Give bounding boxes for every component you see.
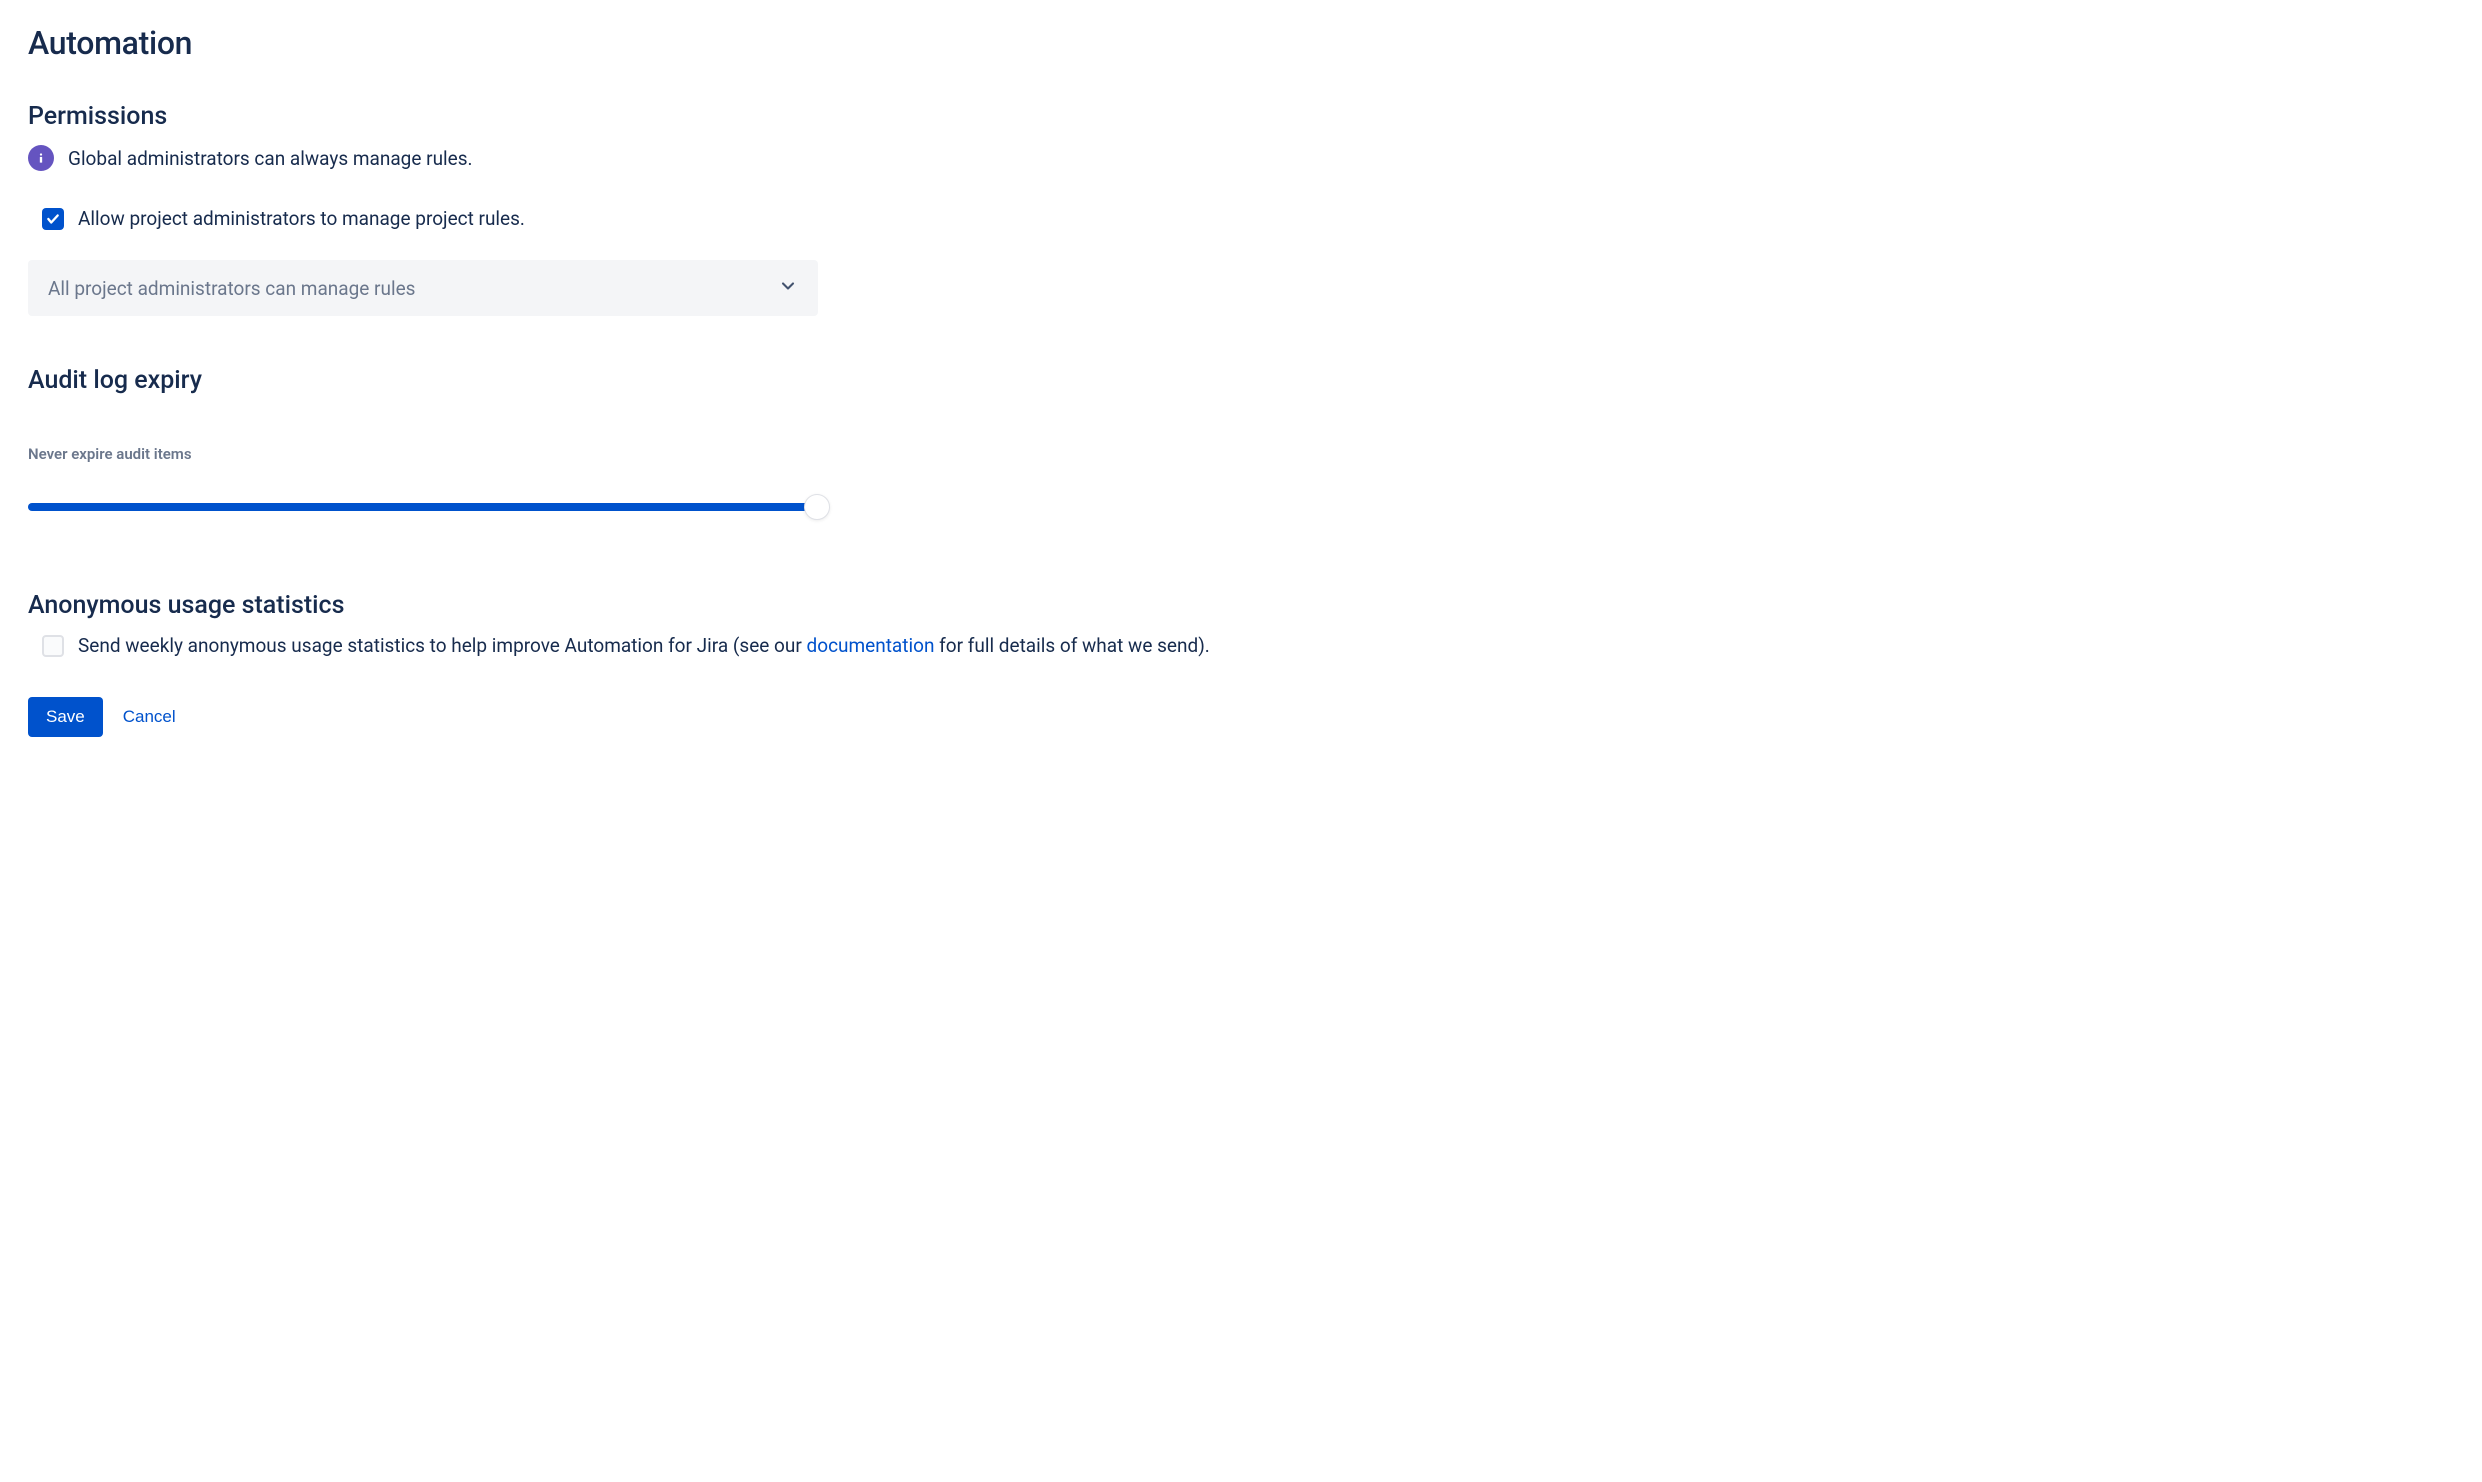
permissions-info-text: Global administrators can always manage … bbox=[68, 147, 473, 170]
allow-project-admins-label: Allow project administrators to manage p… bbox=[78, 207, 525, 230]
audit-log-section: Audit log expiry Never expire audit item… bbox=[28, 366, 2454, 521]
anonymous-stats-checkbox[interactable] bbox=[42, 635, 64, 657]
info-icon bbox=[28, 145, 54, 171]
stats-text-before: Send weekly anonymous usage statistics t… bbox=[78, 634, 807, 657]
save-button[interactable]: Save bbox=[28, 697, 103, 737]
allow-project-admins-checkbox[interactable] bbox=[42, 208, 64, 230]
anonymous-stats-row: Send weekly anonymous usage statistics t… bbox=[42, 634, 2454, 657]
permissions-heading: Permissions bbox=[28, 102, 2454, 131]
anonymous-stats-heading: Anonymous usage statistics bbox=[28, 591, 2454, 620]
chevron-down-icon bbox=[778, 276, 798, 300]
page-title: Automation bbox=[28, 24, 2454, 62]
audit-slider-label: Never expire audit items bbox=[28, 445, 2454, 463]
project-admins-select[interactable]: All project administrators can manage ru… bbox=[28, 260, 818, 316]
allow-project-admins-row: Allow project administrators to manage p… bbox=[42, 207, 2454, 230]
permissions-section: Permissions Global administrators can al… bbox=[28, 102, 2454, 316]
anonymous-stats-section: Anonymous usage statistics Send weekly a… bbox=[28, 591, 2454, 657]
slider-thumb[interactable] bbox=[804, 494, 830, 520]
documentation-link[interactable]: documentation bbox=[807, 634, 935, 657]
audit-expiry-slider[interactable] bbox=[28, 493, 818, 521]
audit-log-heading: Audit log expiry bbox=[28, 366, 2454, 395]
stats-text-after: for full details of what we send). bbox=[934, 634, 1209, 657]
cancel-button[interactable]: Cancel bbox=[123, 707, 176, 727]
slider-track bbox=[28, 503, 818, 511]
permissions-info-row: Global administrators can always manage … bbox=[28, 145, 2454, 171]
action-buttons: Save Cancel bbox=[28, 697, 2454, 737]
anonymous-stats-text: Send weekly anonymous usage statistics t… bbox=[78, 634, 1210, 657]
project-admins-select-value: All project administrators can manage ru… bbox=[48, 277, 415, 300]
